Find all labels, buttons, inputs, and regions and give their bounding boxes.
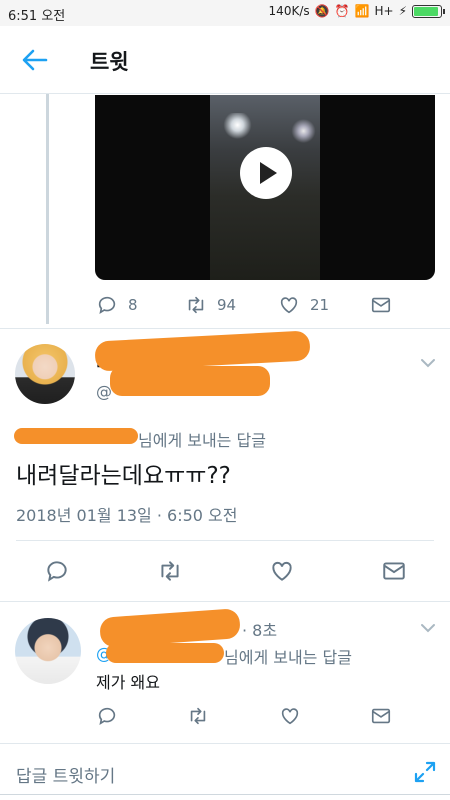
divider (16, 540, 434, 541)
like-button[interactable]: 21 (278, 294, 329, 316)
reply-button[interactable] (44, 558, 70, 584)
retweet-button[interactable] (157, 558, 183, 584)
envelope-icon (383, 562, 405, 580)
avatar[interactable] (15, 618, 81, 684)
reply-button[interactable] (96, 705, 118, 727)
envelope-icon (371, 708, 391, 724)
avatar[interactable] (15, 344, 75, 404)
dm-button[interactable] (370, 294, 392, 316)
charging-icon: ⚡ (398, 4, 407, 18)
app-bar: 트윗 (0, 26, 450, 94)
tweet-timestamp[interactable]: 2018년 01월 13일 · 6:50 오전 (16, 502, 237, 526)
retweet-icon (190, 707, 206, 725)
expand-icon[interactable] (414, 761, 436, 783)
heart-icon (281, 708, 299, 725)
redaction-mark (110, 366, 270, 396)
like-button[interactable] (269, 558, 295, 584)
reply-tweet-actions (0, 705, 450, 727)
retweet-button[interactable]: 94 (185, 294, 236, 316)
reply-icon (98, 296, 116, 315)
main-tweet-actions (0, 557, 450, 585)
signal-label: H+ (374, 4, 394, 18)
redaction-mark (106, 643, 224, 663)
redaction-mark (99, 608, 241, 648)
divider (0, 601, 450, 602)
retweet-count: 94 (217, 296, 237, 314)
tweet-text: 내려달라는데요ㅠㅠ?? (16, 463, 231, 489)
divider (0, 328, 450, 329)
compose-underline (0, 794, 450, 795)
heart-icon (272, 561, 292, 581)
compose-bar: 답글 트윗하기 (0, 743, 450, 800)
video-thumbnail[interactable] (95, 95, 435, 280)
network-speed: 140K/s (268, 4, 310, 18)
battery-level (414, 6, 438, 16)
retweet-button[interactable] (187, 705, 209, 727)
status-time: 6:51 오전 (8, 9, 66, 24)
mute-icon: 🔕 (314, 4, 330, 18)
status-icons: 140K/s 🔕 ⏰ 📶 H+ ⚡ (268, 4, 445, 18)
reply-context: 님에게 보내는 답글 (224, 648, 352, 667)
reply-count: 8 (128, 296, 138, 314)
envelope-icon (371, 297, 391, 313)
status-bar: 6:51 오전 140K/s 🔕 ⏰ 📶 H+ ⚡ (0, 0, 450, 26)
reply-time: · 8초 (242, 621, 278, 640)
reply-compose-input[interactable]: 답글 트윗하기 (16, 762, 115, 787)
reply-context: 님에게 보내는 답글 (138, 431, 266, 450)
retweet-icon (188, 296, 204, 314)
play-button[interactable] (240, 147, 292, 199)
reply-icon (98, 707, 116, 726)
tweet-text: 제가 왜요 (96, 673, 160, 692)
reply-button[interactable]: 8 (96, 294, 138, 316)
thread-line (46, 94, 49, 324)
page-title: 트윗 (90, 50, 129, 74)
redaction-mark (14, 428, 138, 444)
video-lights (210, 113, 320, 143)
arrow-left-icon[interactable] (22, 48, 48, 72)
battery-icon (412, 4, 445, 18)
chevron-down-icon[interactable] (420, 623, 436, 633)
chevron-down-icon[interactable] (420, 358, 436, 368)
like-button[interactable] (279, 705, 301, 727)
retweet-icon (161, 561, 179, 581)
wifi-icon: 📶 (354, 4, 370, 18)
dm-button[interactable] (370, 705, 392, 727)
alarm-icon: ⏰ (334, 4, 350, 18)
reply-icon (47, 561, 67, 582)
dm-button[interactable] (381, 558, 407, 584)
like-count: 21 (310, 296, 330, 314)
prev-tweet-actions: 8 94 21 (0, 292, 450, 318)
heart-icon (280, 297, 298, 314)
